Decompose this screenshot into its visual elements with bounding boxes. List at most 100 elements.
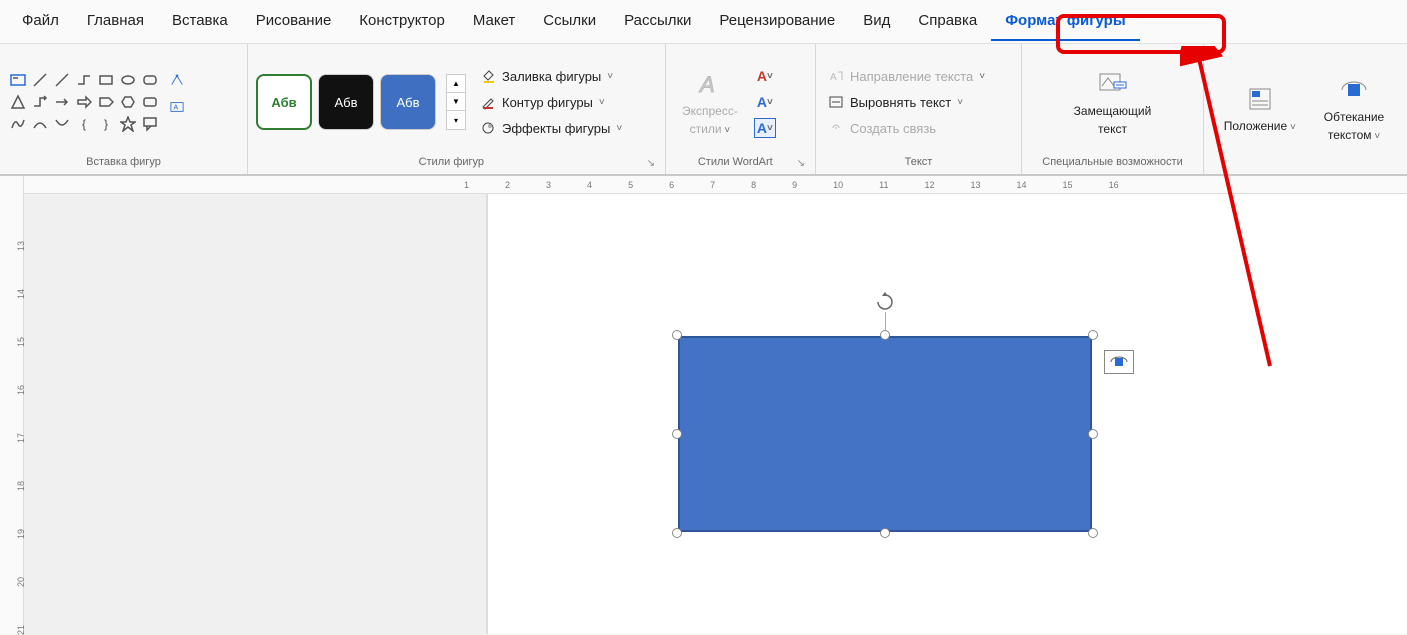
tab-design[interactable]: Конструктор bbox=[345, 2, 459, 41]
wrap-label-1: Обтекание bbox=[1324, 110, 1384, 124]
group-insert-shapes: { } A Вставка фигур bbox=[0, 44, 248, 174]
shape-arc-icon[interactable] bbox=[30, 114, 50, 134]
tab-review[interactable]: Рецензирование bbox=[705, 2, 849, 41]
svg-text:A: A bbox=[830, 72, 837, 83]
handle-top[interactable] bbox=[880, 330, 890, 340]
selected-shape[interactable] bbox=[678, 336, 1092, 532]
shape-oval-icon[interactable] bbox=[118, 70, 138, 90]
handle-top-left[interactable] bbox=[672, 330, 682, 340]
shape-star-icon[interactable] bbox=[118, 114, 138, 134]
shape-effects-label: Эффекты фигуры bbox=[502, 121, 610, 136]
shape-roundrect2-icon[interactable] bbox=[140, 92, 160, 112]
shape-outline-label: Контур фигуры bbox=[502, 95, 593, 110]
align-text-icon bbox=[828, 94, 844, 110]
text-outline-button[interactable]: A bbox=[754, 92, 776, 112]
layout-options-button[interactable] bbox=[1104, 350, 1134, 374]
text-direction-label: Направление текста bbox=[850, 69, 973, 84]
group-label-wordart: Стили WordArt bbox=[674, 154, 797, 172]
group-label-arrange bbox=[1212, 166, 1396, 172]
tab-shape-format[interactable]: Формат фигуры bbox=[991, 2, 1139, 41]
position-button[interactable]: Положение bbox=[1216, 79, 1304, 137]
create-link-label: Создать связь bbox=[850, 121, 936, 136]
tab-draw[interactable]: Рисование bbox=[242, 2, 346, 41]
tab-home[interactable]: Главная bbox=[73, 2, 158, 41]
preset-black[interactable]: Абв bbox=[318, 74, 374, 130]
group-label-text: Текст bbox=[824, 154, 1013, 172]
rotate-handle-icon[interactable] bbox=[875, 292, 895, 312]
gallery-scroll[interactable]: ▲ ▼ ▾ bbox=[446, 74, 466, 130]
group-shape-styles: Абв Абв Абв ▲ ▼ ▾ Заливка фигуры Контур … bbox=[248, 44, 666, 174]
wrap-text-button[interactable]: Обтекание текстом bbox=[1316, 70, 1392, 146]
shape-elbow-icon[interactable] bbox=[30, 92, 50, 112]
shape-fill-label: Заливка фигуры bbox=[502, 69, 601, 84]
position-icon bbox=[1244, 83, 1276, 115]
tab-insert[interactable]: Вставка bbox=[158, 2, 242, 41]
create-link-button[interactable]: Создать связь bbox=[824, 118, 989, 138]
wrap-label-2: текстом bbox=[1328, 128, 1380, 142]
tab-mailings[interactable]: Рассылки bbox=[610, 2, 705, 41]
shape-textbox-icon[interactable] bbox=[8, 70, 28, 90]
handle-bottom-right[interactable] bbox=[1088, 528, 1098, 538]
group-label-shape-styles: Стили фигур bbox=[256, 154, 647, 172]
shape-outline-button[interactable]: Контур фигуры bbox=[476, 92, 626, 112]
alt-text-button[interactable]: Замещающий текст bbox=[1066, 64, 1160, 140]
shape-triangle-icon[interactable] bbox=[8, 92, 28, 112]
link-icon bbox=[828, 120, 844, 136]
shape-line2-icon[interactable] bbox=[52, 70, 72, 90]
shape-arrow-right-icon[interactable] bbox=[52, 92, 72, 112]
preset-blue[interactable]: Абв bbox=[380, 74, 436, 130]
group-arrange: Положение Обтекание текстом bbox=[1204, 44, 1404, 174]
shape-rectangle[interactable] bbox=[678, 336, 1092, 532]
shape-hexagon-icon[interactable] bbox=[118, 92, 138, 112]
shape-pentagon-icon[interactable] bbox=[96, 92, 116, 112]
wordart-label-1: Экспресс- bbox=[682, 104, 738, 118]
text-fill-button[interactable]: A bbox=[754, 66, 776, 86]
shape-roundrect-icon[interactable] bbox=[140, 70, 160, 90]
shapes-gallery[interactable]: { } bbox=[8, 70, 160, 134]
shape-brace-l-icon[interactable]: { bbox=[74, 114, 94, 134]
wordart-launcher[interactable]: ↘ bbox=[797, 158, 807, 169]
alt-text-label-2: текст bbox=[1098, 122, 1127, 136]
wordart-quick-styles-button[interactable]: A Экспресс- стили bbox=[674, 64, 746, 140]
wordart-icon: A bbox=[694, 68, 726, 100]
text-effects-button[interactable]: A bbox=[754, 118, 776, 138]
preset-outline[interactable]: Абв bbox=[256, 74, 312, 130]
tab-layout[interactable]: Макет bbox=[459, 2, 529, 41]
handle-bottom[interactable] bbox=[880, 528, 890, 538]
shape-styles-launcher[interactable]: ↘ bbox=[647, 158, 657, 169]
text-direction-button[interactable]: A Направление текста bbox=[824, 66, 989, 86]
handle-right[interactable] bbox=[1088, 429, 1098, 439]
group-wordart-styles: A Экспресс- стили A A A Стили WordArt ↘ bbox=[666, 44, 816, 174]
tab-help[interactable]: Справка bbox=[904, 2, 991, 41]
tab-references[interactable]: Ссылки bbox=[529, 2, 610, 41]
shape-freeform-icon[interactable] bbox=[8, 114, 28, 134]
shape-effects-button[interactable]: Эффекты фигуры bbox=[476, 118, 626, 138]
align-text-label: Выровнять текст bbox=[850, 95, 951, 110]
layout-options-icon bbox=[1109, 354, 1129, 370]
tab-view[interactable]: Вид bbox=[849, 2, 904, 41]
group-label-insert-shapes: Вставка фигур bbox=[8, 154, 239, 172]
handle-top-right[interactable] bbox=[1088, 330, 1098, 340]
shape-curve-icon[interactable] bbox=[52, 114, 72, 134]
vertical-ruler: 13 14 15 16 17 18 19 20 21 bbox=[0, 176, 24, 634]
gallery-more-icon[interactable]: ▾ bbox=[447, 111, 465, 129]
shape-brace-r-icon[interactable]: } bbox=[96, 114, 116, 134]
shape-arrow-block-icon[interactable] bbox=[74, 92, 94, 112]
edit-shape-button[interactable] bbox=[166, 70, 188, 92]
shape-rect-icon[interactable] bbox=[96, 70, 116, 90]
handle-left[interactable] bbox=[672, 429, 682, 439]
align-text-button[interactable]: Выровнять текст bbox=[824, 92, 989, 112]
gallery-up-icon[interactable]: ▲ bbox=[447, 75, 465, 93]
shape-connector-icon[interactable] bbox=[74, 70, 94, 90]
shape-style-gallery[interactable]: Абв Абв Абв bbox=[256, 74, 436, 130]
shape-line-icon[interactable] bbox=[30, 70, 50, 90]
horizontal-ruler: 1234 5678 9101112 13141516 bbox=[24, 176, 1407, 194]
handle-bottom-left[interactable] bbox=[672, 528, 682, 538]
text-box-button[interactable]: A bbox=[166, 96, 188, 118]
alt-text-icon bbox=[1096, 68, 1128, 100]
gallery-down-icon[interactable]: ▼ bbox=[447, 93, 465, 111]
svg-text:A: A bbox=[698, 72, 715, 97]
shape-fill-button[interactable]: Заливка фигуры bbox=[476, 66, 626, 86]
tab-file[interactable]: Файл bbox=[8, 2, 73, 41]
shape-callout-icon[interactable] bbox=[140, 114, 160, 134]
